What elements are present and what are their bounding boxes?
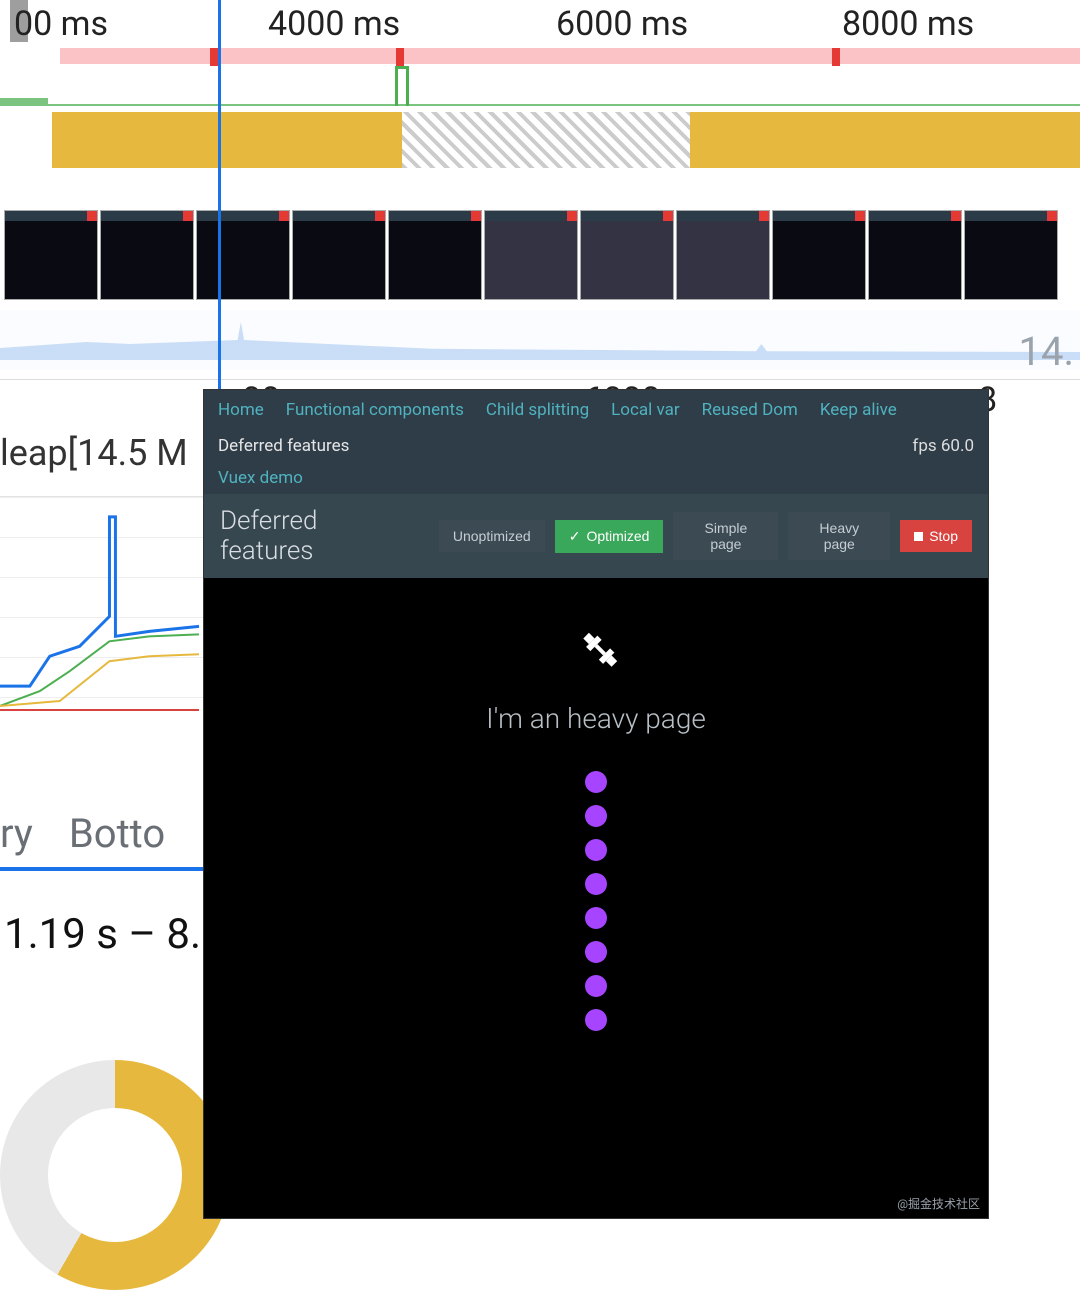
frame-thumb[interactable]: [196, 210, 290, 300]
frame-thumbnails[interactable]: [0, 210, 1080, 302]
tab-summary[interactable]: ry: [0, 810, 33, 857]
dumbbell-icon: [558, 616, 634, 692]
stop-button[interactable]: Stop: [900, 520, 972, 552]
tick-label: 4000 ms: [268, 4, 400, 44]
detail-tabs: ry Botto: [0, 810, 210, 871]
dot-icon: [585, 771, 607, 793]
dot-icon: [585, 1009, 607, 1031]
dot-icon: [585, 839, 607, 861]
optimized-button[interactable]: Optimized: [555, 520, 664, 553]
memory-chart[interactable]: [0, 496, 210, 736]
nav-local-var[interactable]: Local var: [611, 400, 679, 420]
dot-icon: [585, 975, 607, 997]
dot-icon: [585, 873, 607, 895]
idle-region: [402, 112, 690, 168]
frame-thumb[interactable]: [964, 210, 1058, 300]
tick-label: 8000 ms: [842, 4, 974, 44]
frame-thumb[interactable]: [580, 210, 674, 300]
long-frame-marker: [210, 48, 218, 66]
fps-counter: fps 60.0: [912, 436, 974, 456]
tick-label: 00 ms: [14, 4, 108, 44]
summary-donut: [0, 1060, 230, 1290]
playhead[interactable]: [218, 0, 221, 402]
frame-thumb[interactable]: [388, 210, 482, 300]
nav-reused-dom[interactable]: Reused Dom: [702, 400, 798, 420]
cpu-spike: [395, 66, 409, 106]
app-toolbar: Deferred features Unoptimized Optimized …: [204, 494, 988, 578]
long-frame-marker: [832, 48, 840, 66]
nav-keep-alive[interactable]: Keep alive: [820, 400, 897, 420]
loading-dots: [204, 771, 988, 1031]
nav-functional[interactable]: Functional components: [286, 400, 464, 420]
dot-icon: [585, 805, 607, 827]
simple-page-button[interactable]: Simple page: [673, 512, 778, 560]
selection-range: 1.19 s – 8.: [4, 910, 201, 959]
app-nav: Home Functional components Child splitti…: [204, 390, 988, 494]
frame-thumb[interactable]: [4, 210, 98, 300]
tick-label: 6000 ms: [556, 4, 688, 44]
heap-section-label: leap[14.5 M: [0, 432, 188, 474]
time-ruler[interactable]: 00 ms 4000 ms 6000 ms 8000 ms: [0, 0, 1080, 48]
stop-icon: [914, 532, 923, 541]
heavy-page-text: I'm an heavy page: [204, 702, 988, 735]
performance-timeline: 00 ms 4000 ms 6000 ms 8000 ms 14.: [0, 0, 1080, 380]
long-frame-marker: [396, 48, 404, 66]
nav-vuex-demo[interactable]: Vuex demo: [218, 468, 974, 488]
dot-icon: [585, 941, 607, 963]
unoptimized-button[interactable]: Unoptimized: [439, 520, 545, 552]
heap-value: 14.: [1018, 328, 1074, 375]
donut-ring: [0, 1060, 230, 1290]
heap-lane: [0, 310, 1080, 370]
page-preview: Home Functional components Child splitti…: [204, 390, 988, 1218]
frame-thumb[interactable]: [868, 210, 962, 300]
frame-thumb[interactable]: [676, 210, 770, 300]
optimized-label: Optimized: [586, 528, 649, 544]
nav-deferred-features[interactable]: Deferred features: [218, 436, 349, 456]
nav-home[interactable]: Home: [218, 400, 264, 420]
frame-thumb[interactable]: [292, 210, 386, 300]
heavy-page-button[interactable]: Heavy page: [788, 512, 890, 560]
dot-icon: [585, 907, 607, 929]
check-icon: [569, 528, 581, 545]
tab-bottom-up[interactable]: Botto: [69, 810, 165, 857]
stop-label: Stop: [929, 528, 958, 544]
nav-child-splitting[interactable]: Child splitting: [486, 400, 589, 420]
page-title: Deferred features: [220, 506, 415, 566]
chart-svg: [0, 497, 209, 736]
frame-thumb[interactable]: [772, 210, 866, 300]
app-content: I'm an heavy page: [204, 578, 988, 1031]
cpu-line: [0, 104, 1080, 106]
frame-thumb[interactable]: [100, 210, 194, 300]
main-thread-activity: [690, 112, 1080, 168]
watermark: @掘金技术社区: [897, 1195, 980, 1212]
frame-thumb[interactable]: [484, 210, 578, 300]
